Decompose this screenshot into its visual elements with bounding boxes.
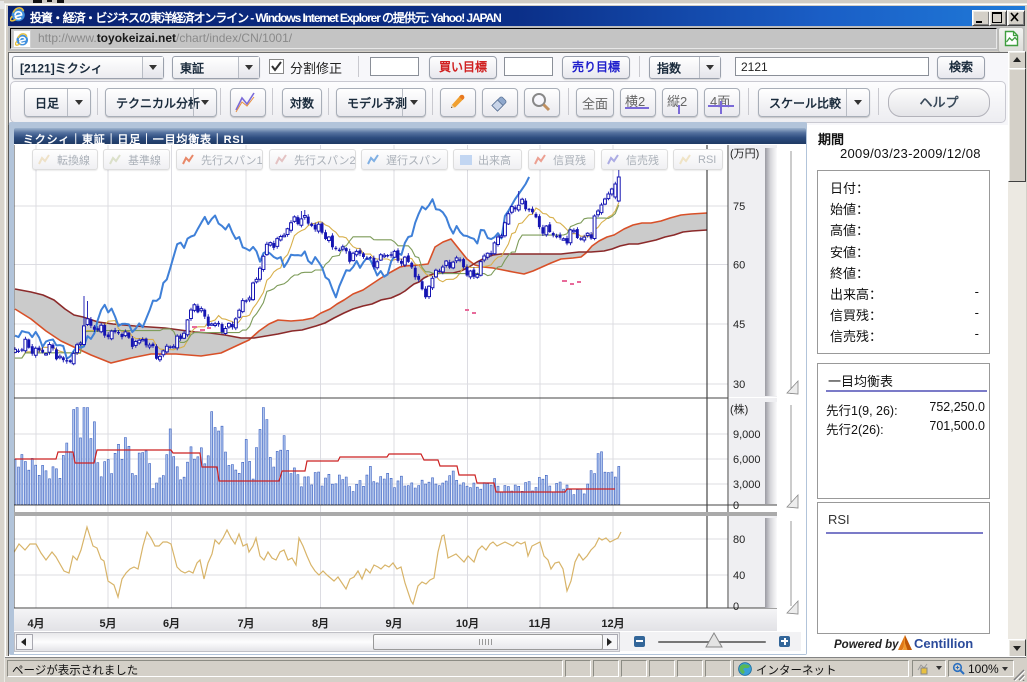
svg-text:10月: 10月: [456, 617, 479, 630]
svg-text:8月: 8月: [312, 617, 329, 630]
svg-text:11月: 11月: [529, 617, 552, 630]
svg-text:7月: 7月: [237, 617, 254, 630]
svg-text:(株): (株): [730, 402, 748, 416]
svg-text:5月: 5月: [99, 617, 116, 630]
svg-text:(万円): (万円): [730, 148, 759, 160]
svg-text:45: 45: [733, 319, 745, 331]
svg-text:60: 60: [733, 260, 745, 272]
svg-text:0: 0: [733, 500, 739, 512]
svg-text:6月: 6月: [163, 617, 180, 630]
svg-text:12月: 12月: [601, 617, 624, 630]
svg-text:40: 40: [733, 570, 745, 582]
svg-text:9月: 9月: [385, 617, 402, 630]
svg-text:3,000: 3,000: [733, 479, 761, 491]
svg-text:9,000: 9,000: [733, 429, 761, 441]
svg-text:Centillion: Centillion: [914, 636, 973, 651]
svg-text:6,000: 6,000: [733, 454, 761, 466]
svg-text:80: 80: [733, 534, 745, 546]
svg-text:4月: 4月: [27, 617, 44, 630]
svg-text:30: 30: [733, 379, 745, 391]
svg-text:0: 0: [733, 601, 739, 613]
svg-text:75: 75: [733, 201, 745, 213]
